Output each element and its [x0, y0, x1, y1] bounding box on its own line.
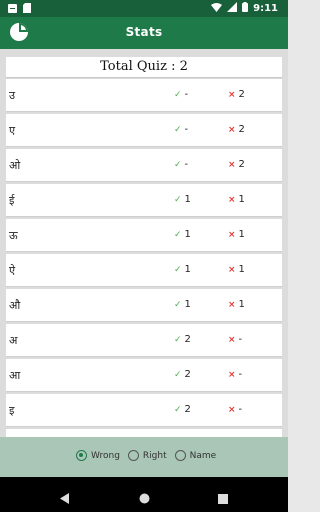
check-icon: ✓ — [174, 300, 182, 310]
sd-card-icon — [23, 3, 31, 16]
row-letter: ई — [9, 194, 15, 207]
right-count: ✓ - — [174, 124, 189, 135]
recents-icon[interactable] — [218, 489, 228, 508]
app-toolbar: Stats — [0, 17, 288, 49]
radio-unchecked-icon[interactable] — [174, 450, 186, 461]
wrong-count: × 1 — [228, 229, 245, 240]
stats-row[interactable]: ओ ✓ - × 2 — [6, 149, 282, 182]
back-icon[interactable] — [60, 489, 70, 508]
row-letter: औ — [9, 299, 21, 312]
sort-name-label[interactable]: Name — [190, 451, 217, 461]
row-letter: ऊ — [9, 229, 18, 242]
sort-options-bar: Wrong Right Name — [0, 437, 288, 477]
radio-checked-icon[interactable] — [76, 450, 87, 461]
row-letter: इ — [9, 404, 15, 417]
cross-icon: × — [228, 335, 236, 345]
page-title: Stats — [125, 25, 163, 39]
signal-icon — [227, 2, 238, 15]
stats-row[interactable]: आ ✓ 2 × - — [6, 359, 282, 392]
cross-icon: × — [228, 370, 236, 380]
stats-row[interactable]: ऐ ✓ 1 × 1 — [6, 254, 282, 287]
row-letter: ऐ — [9, 264, 16, 277]
right-count: ✓ 1 — [174, 264, 191, 275]
row-letter: उ — [9, 89, 16, 102]
home-icon[interactable] — [139, 489, 150, 508]
wrong-count: × - — [228, 404, 243, 415]
cross-icon: × — [228, 90, 236, 100]
stats-list: उ ✓ - × 2 ए ✓ - × 2 ओ ✓ - × 2 ई ✓ 1 × 1 ऊ ✓ 1 × 1 ऐ ✓ 1 × 1 औ ✓ 1 ×… — [6, 79, 282, 437]
check-icon: ✓ — [174, 335, 182, 345]
cross-icon: × — [228, 405, 236, 415]
wrong-count: × - — [228, 334, 243, 345]
stats-list-container[interactable]: Total Quiz : 2 उ ✓ - × 2 ए ✓ - × 2 ओ ✓ - × 2 ई ✓ 1 × 1 ऊ… — [0, 49, 288, 437]
row-letter: ओ — [9, 159, 21, 172]
row-letter: अ — [9, 334, 18, 347]
cross-icon: × — [228, 300, 236, 310]
wifi-icon — [211, 2, 223, 15]
stats-row[interactable]: ऊ ✓ 1 × 1 — [6, 219, 282, 252]
cross-icon: × — [228, 125, 236, 135]
check-icon: ✓ — [174, 160, 182, 170]
check-icon: ✓ — [174, 90, 182, 100]
stats-row[interactable]: औ ✓ 1 × 1 — [6, 289, 282, 322]
stats-row[interactable]: उ ✓ - × 2 — [6, 79, 282, 112]
check-icon: ✓ — [174, 125, 182, 135]
wrong-count: × 2 — [228, 89, 245, 100]
wrong-count: × 2 — [228, 124, 245, 135]
check-icon: ✓ — [174, 195, 182, 205]
wrong-count: × 1 — [228, 299, 245, 310]
right-count: ✓ 2 — [174, 334, 191, 345]
right-count: ✓ 2 — [174, 404, 191, 415]
cross-icon: × — [228, 265, 236, 275]
sort-wrong-label[interactable]: Wrong — [91, 451, 120, 461]
right-count: ✓ - — [174, 89, 189, 100]
sort-right-radio[interactable]: Right — [127, 450, 167, 461]
sort-radio-group: Wrong Right Name — [76, 450, 216, 461]
system-nav-bar — [0, 477, 288, 512]
right-count: ✓ - — [174, 159, 189, 170]
wrong-count: × - — [228, 369, 243, 380]
wrong-count: × 2 — [228, 159, 245, 170]
stats-row[interactable]: इ ✓ 2 × - — [6, 394, 282, 427]
stats-row[interactable]: अ ✓ 2 × - — [6, 324, 282, 357]
cross-icon: × — [228, 230, 236, 240]
right-count: ✓ 1 — [174, 299, 191, 310]
wrong-count: × 1 — [228, 264, 245, 275]
right-count: ✓ 2 — [174, 369, 191, 380]
stats-row[interactable]: ई ✓ 1 × 1 — [6, 184, 282, 217]
cross-icon: × — [228, 195, 236, 205]
check-icon: ✓ — [174, 370, 182, 380]
row-letter: आ — [9, 369, 21, 382]
battery-icon — [242, 2, 249, 15]
cross-icon: × — [228, 160, 236, 170]
check-icon: ✓ — [174, 265, 182, 275]
stats-row[interactable]: ऋ✓2×- — [6, 429, 282, 437]
check-icon: ✓ — [174, 230, 182, 240]
sort-name-radio[interactable]: Name — [174, 450, 217, 461]
total-quiz-header: Total Quiz : 2 — [6, 57, 282, 78]
clock: 9:11 — [253, 3, 278, 14]
sort-right-label[interactable]: Right — [143, 451, 167, 461]
notification-square-icon — [8, 3, 17, 16]
row-letter: ए — [9, 124, 16, 137]
right-count: ✓ 1 — [174, 229, 191, 240]
check-icon: ✓ — [174, 405, 182, 415]
stats-row[interactable]: ए ✓ - × 2 — [6, 114, 282, 147]
sort-wrong-radio[interactable]: Wrong — [76, 450, 120, 461]
status-bar: 9:11 — [0, 0, 288, 17]
radio-unchecked-icon[interactable] — [127, 450, 139, 461]
wrong-count: × 1 — [228, 194, 245, 205]
right-count: ✓ 1 — [174, 194, 191, 205]
